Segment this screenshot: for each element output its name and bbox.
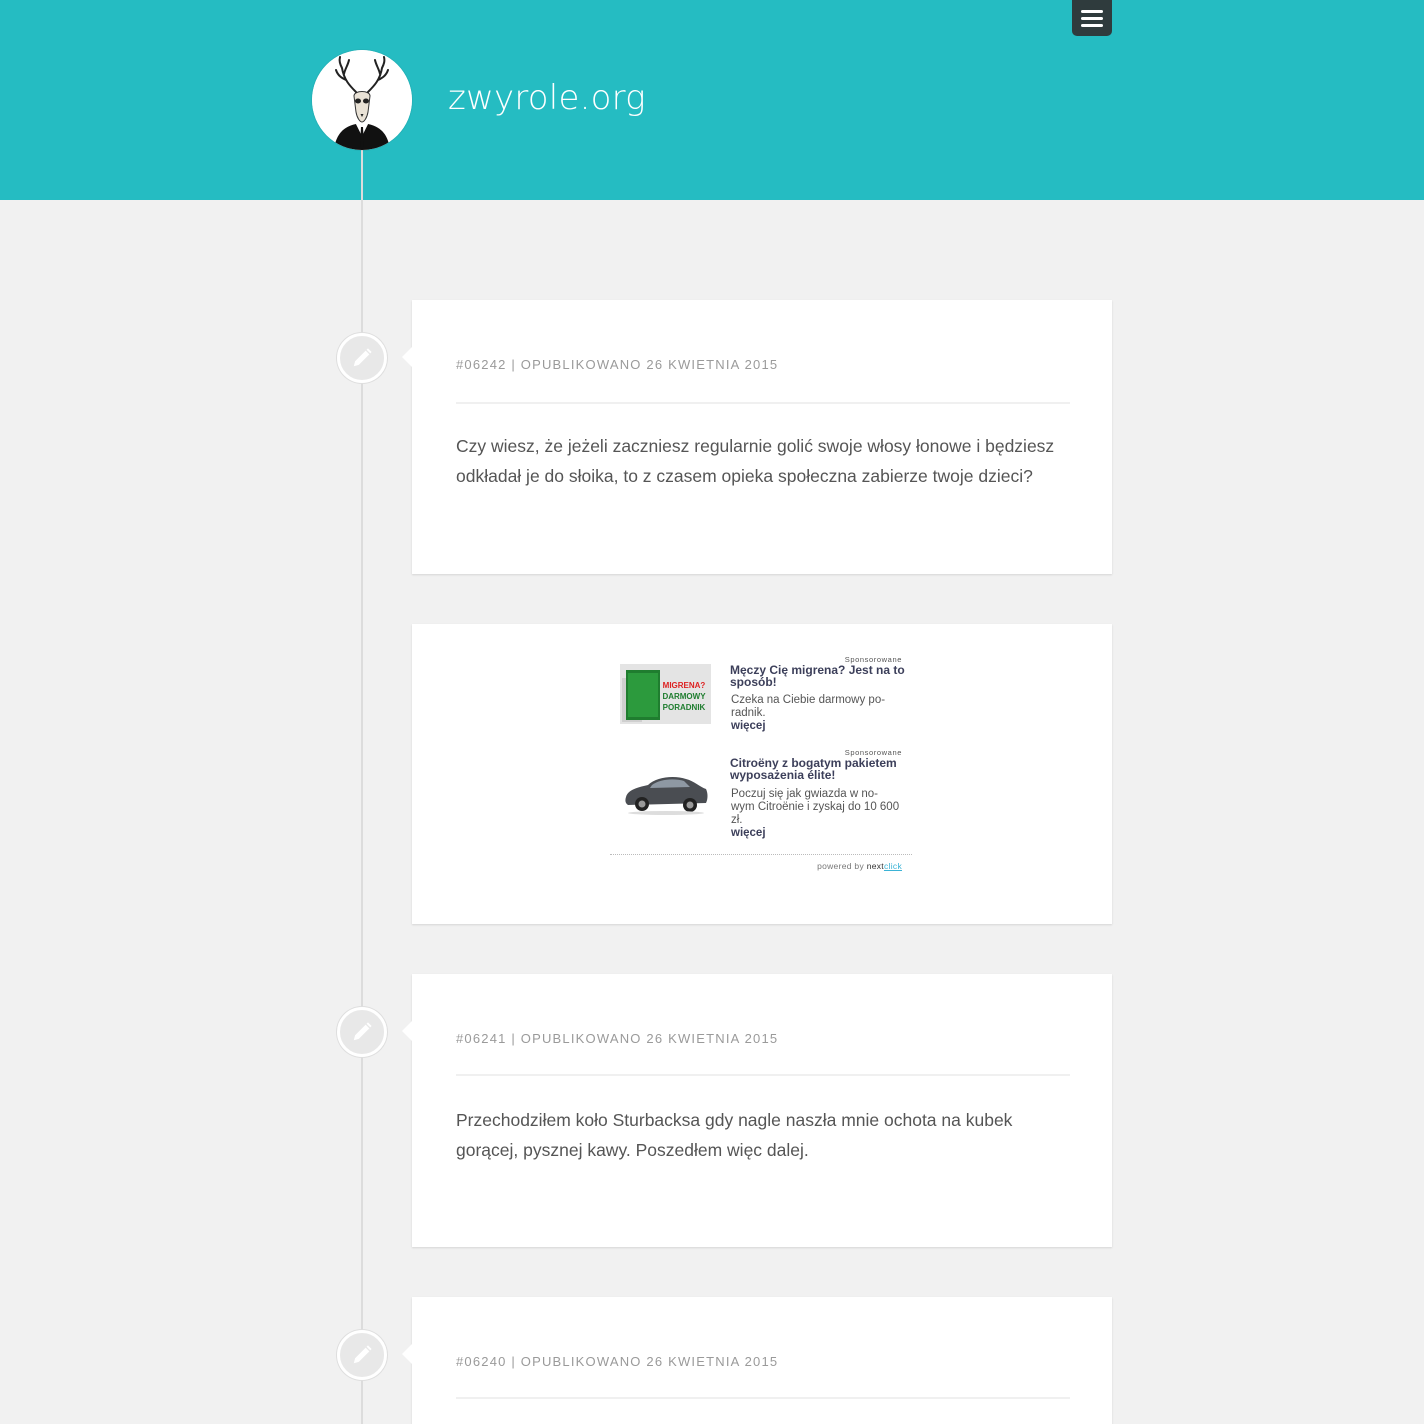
ad-widget: Sponsorowane MIGRENA? DARMOWY PORADNIK M… [610,654,912,884]
ad-title[interactable]: Męczy Cię migrena? Jest na to sposób! [730,664,905,688]
ad-divider [610,854,912,855]
divider [456,1074,1070,1076]
post-node-icon [337,1007,387,1057]
pencil-icon [353,348,372,367]
svg-text:DARMOWY: DARMOWY [662,692,706,701]
timeline-line [361,100,363,1424]
post-card: #06241 | OPUBLIKOWANO 26 KWIETNIA 2015 P… [402,974,1112,1247]
post-node-icon [337,1330,387,1380]
ad-more-link[interactable]: więcej [731,827,766,839]
car-image[interactable] [620,759,711,819]
post-body: Przechodziłem koło Sturbacksa gdy nagle … [456,1110,1013,1160]
post-body: Czy wiesz, że jeżeli zaczniesz regularni… [456,436,1055,486]
post-card: #06242 | OPUBLIKOWANO 26 KWIETNIA 2015 C… [402,300,1112,574]
svg-text:PORADNIK: PORADNIK [663,703,706,712]
ad-description: Poczuj się jak gwiazda w no-wym Citroëni… [731,788,900,826]
post-meta[interactable]: #06240 | OPUBLIKOWANO 26 KWIETNIA 2015 [456,1354,778,1369]
svg-text:MIGRENA?: MIGRENA? [663,681,706,690]
avatar[interactable] [312,50,412,150]
post-meta[interactable]: #06241 | OPUBLIKOWANO 26 KWIETNIA 2015 [456,1031,778,1046]
pencil-icon [353,1022,372,1041]
menu-button[interactable] [1072,0,1112,36]
ad-description: Czeka na Ciebie darmowy po-radnik. [731,694,886,719]
site-title[interactable]: zwyrole.org [448,78,646,118]
divider [456,1397,1070,1399]
migraine-guide-image[interactable]: MIGRENA? DARMOWY PORADNIK [620,664,711,724]
ad-card: Sponsorowane MIGRENA? DARMOWY PORADNIK M… [412,624,1112,924]
deer-skull-suit-logo [312,50,412,150]
site-header [0,0,1424,200]
ad-powered-by[interactable]: powered by nextclick [817,861,902,871]
post-card: #06240 | OPUBLIKOWANO 26 KWIETNIA 2015 [402,1297,1112,1424]
ad-title[interactable]: Citroëny z bogatym pakietem wyposażenia … [730,757,905,781]
post-meta[interactable]: #06242 | OPUBLIKOWANO 26 KWIETNIA 2015 [456,357,778,372]
divider [456,402,1070,404]
ad-more-link[interactable]: więcej [731,720,766,732]
pencil-icon [353,1345,372,1364]
hamburger-icon [1081,9,1103,13]
post-node-icon [337,333,387,383]
